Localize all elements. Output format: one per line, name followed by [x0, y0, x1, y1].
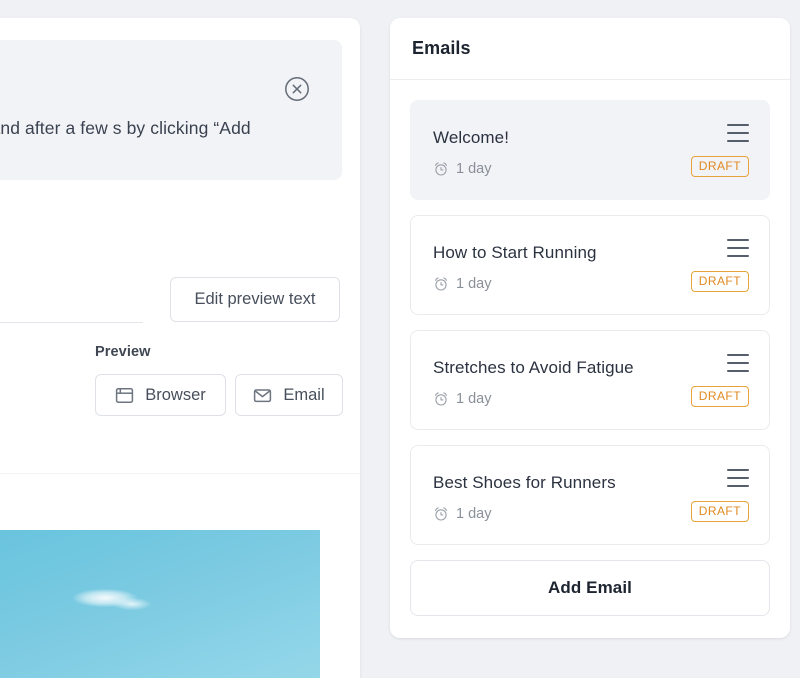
email-editor-panel: valuable information, and after a few s …	[0, 18, 360, 678]
drag-handle-icon[interactable]	[727, 124, 749, 142]
close-icon[interactable]	[284, 76, 310, 102]
status-badge: DRAFT	[691, 386, 749, 407]
add-email-button[interactable]: Add Email	[410, 560, 770, 616]
email-list-item[interactable]: Best Shoes for Runners 1 day DRAFT	[410, 445, 770, 545]
email-title: How to Start Running	[433, 243, 597, 263]
emails-panel-header: Emails	[390, 18, 790, 80]
email-delay-text: 1 day	[456, 161, 491, 177]
alarm-clock-icon	[433, 276, 449, 292]
email-title: Best Shoes for Runners	[433, 473, 616, 493]
status-badge: DRAFT	[691, 156, 749, 177]
alarm-clock-icon	[433, 506, 449, 522]
email-list-item[interactable]: How to Start Running 1 day DRAFT	[410, 215, 770, 315]
email-delay-text: 1 day	[456, 391, 491, 407]
drag-handle-icon[interactable]	[727, 239, 749, 257]
status-badge: DRAFT	[691, 501, 749, 522]
preview-browser-button[interactable]: Browser	[95, 374, 226, 416]
email-delay: 1 day	[433, 161, 491, 177]
email-delay: 1 day	[433, 276, 491, 292]
onboarding-notice: valuable information, and after a few s …	[0, 40, 342, 180]
emails-panel-title: Emails	[412, 38, 471, 59]
onboarding-notice-text: valuable information, and after a few s …	[0, 112, 302, 176]
status-badge: DRAFT	[691, 271, 749, 292]
emails-panel: Emails Welcome! 1 day DRAFT	[390, 18, 790, 638]
email-list-item[interactable]: Stretches to Avoid Fatigue 1 day DRAFT	[410, 330, 770, 430]
edit-preview-text-button[interactable]: Edit preview text	[170, 277, 340, 322]
hero-sky-image	[0, 530, 320, 678]
browser-window-icon	[115, 386, 134, 405]
emails-list: Welcome! 1 day DRAFT How to Start Runnin…	[390, 80, 790, 616]
preview-email-button[interactable]: Email	[235, 374, 343, 416]
drag-handle-icon[interactable]	[727, 469, 749, 487]
alarm-clock-icon	[433, 161, 449, 177]
email-title: Welcome!	[433, 128, 509, 148]
email-delay-text: 1 day	[456, 276, 491, 292]
email-title: Stretches to Avoid Fatigue	[433, 358, 634, 378]
email-delay: 1 day	[433, 391, 491, 407]
preview-browser-label: Browser	[145, 386, 206, 405]
email-delay-text: 1 day	[456, 506, 491, 522]
editor-section-divider	[0, 473, 360, 474]
email-list-item[interactable]: Welcome! 1 day DRAFT	[410, 100, 770, 200]
editor-divider	[0, 322, 143, 323]
alarm-clock-icon	[433, 391, 449, 407]
drag-handle-icon[interactable]	[727, 354, 749, 372]
preview-email-label: Email	[283, 386, 324, 405]
envelope-icon	[253, 386, 272, 405]
preview-section-label: Preview	[95, 344, 151, 360]
email-delay: 1 day	[433, 506, 491, 522]
